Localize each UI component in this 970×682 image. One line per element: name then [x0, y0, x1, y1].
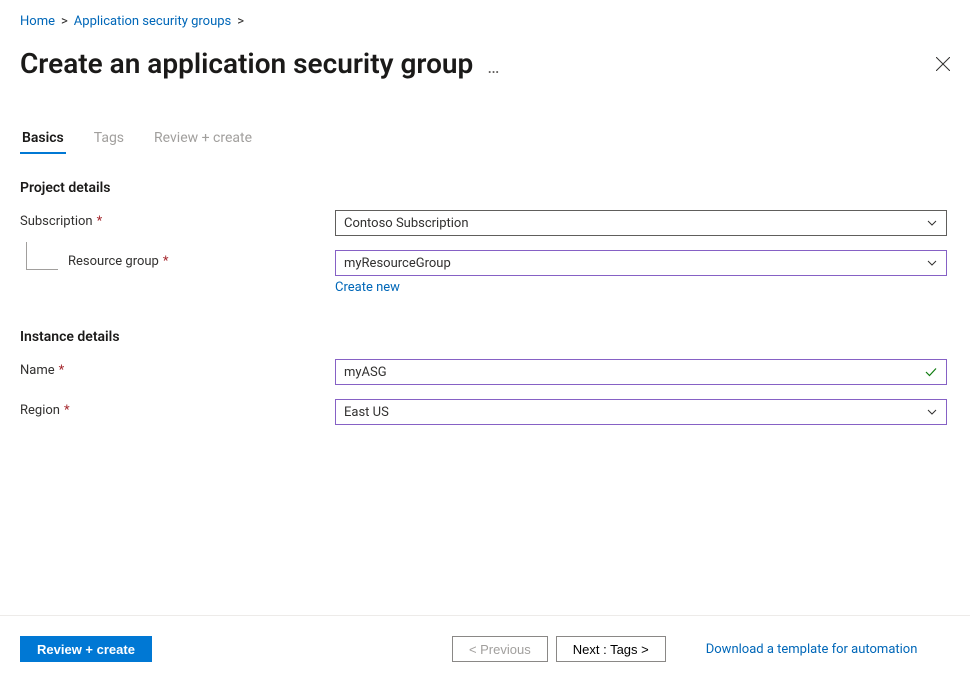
tab-review-create[interactable]: Review + create — [152, 130, 254, 154]
required-marker: * — [64, 403, 70, 418]
resource-group-select[interactable]: myResourceGroup — [335, 250, 947, 276]
create-new-link[interactable]: Create new — [335, 280, 400, 295]
next-button[interactable]: Next : Tags > — [556, 636, 666, 662]
name-label: Name — [20, 363, 55, 378]
name-value: myASG — [344, 365, 387, 380]
previous-button[interactable]: < Previous — [452, 636, 548, 662]
tree-branch-icon — [26, 242, 58, 270]
breadcrumb: Home > Application security groups > — [20, 14, 950, 29]
tabs: Basics Tags Review + create — [20, 130, 950, 154]
page-title: Create an application security group — [20, 47, 473, 80]
region-value: East US — [344, 405, 389, 420]
subscription-select[interactable]: Contoso Subscription — [335, 210, 947, 236]
more-icon[interactable]: … — [487, 57, 501, 78]
region-select[interactable]: East US — [335, 399, 947, 425]
project-details-section: Project details Subscription * Contoso S… — [20, 180, 950, 295]
project-details-title: Project details — [20, 180, 950, 196]
subscription-label: Subscription — [20, 214, 93, 229]
download-template-link[interactable]: Download a template for automation — [706, 642, 918, 657]
chevron-down-icon — [926, 217, 938, 229]
name-input[interactable]: myASG — [335, 359, 947, 385]
check-icon — [924, 365, 938, 379]
region-label: Region — [20, 403, 60, 418]
instance-details-section: Instance details Name * myASG Region * — [20, 329, 950, 425]
review-create-button[interactable]: Review + create — [20, 636, 152, 662]
subscription-value: Contoso Subscription — [344, 216, 469, 231]
tab-basics[interactable]: Basics — [20, 130, 66, 154]
resource-group-label: Resource group — [68, 254, 159, 269]
footer: Review + create < Previous Next : Tags >… — [0, 615, 970, 682]
instance-details-title: Instance details — [20, 329, 950, 345]
required-marker: * — [59, 363, 65, 378]
required-marker: * — [163, 254, 169, 269]
resource-group-value: myResourceGroup — [344, 256, 451, 271]
breadcrumb-sep-1: > — [61, 14, 68, 29]
tab-tags[interactable]: Tags — [92, 130, 126, 154]
required-marker: * — [97, 214, 103, 229]
chevron-down-icon — [926, 257, 938, 269]
breadcrumb-parent[interactable]: Application security groups — [74, 14, 231, 29]
breadcrumb-sep-2: > — [237, 14, 244, 29]
chevron-down-icon — [926, 406, 938, 418]
breadcrumb-home[interactable]: Home — [20, 14, 55, 29]
close-icon[interactable] — [936, 57, 950, 71]
